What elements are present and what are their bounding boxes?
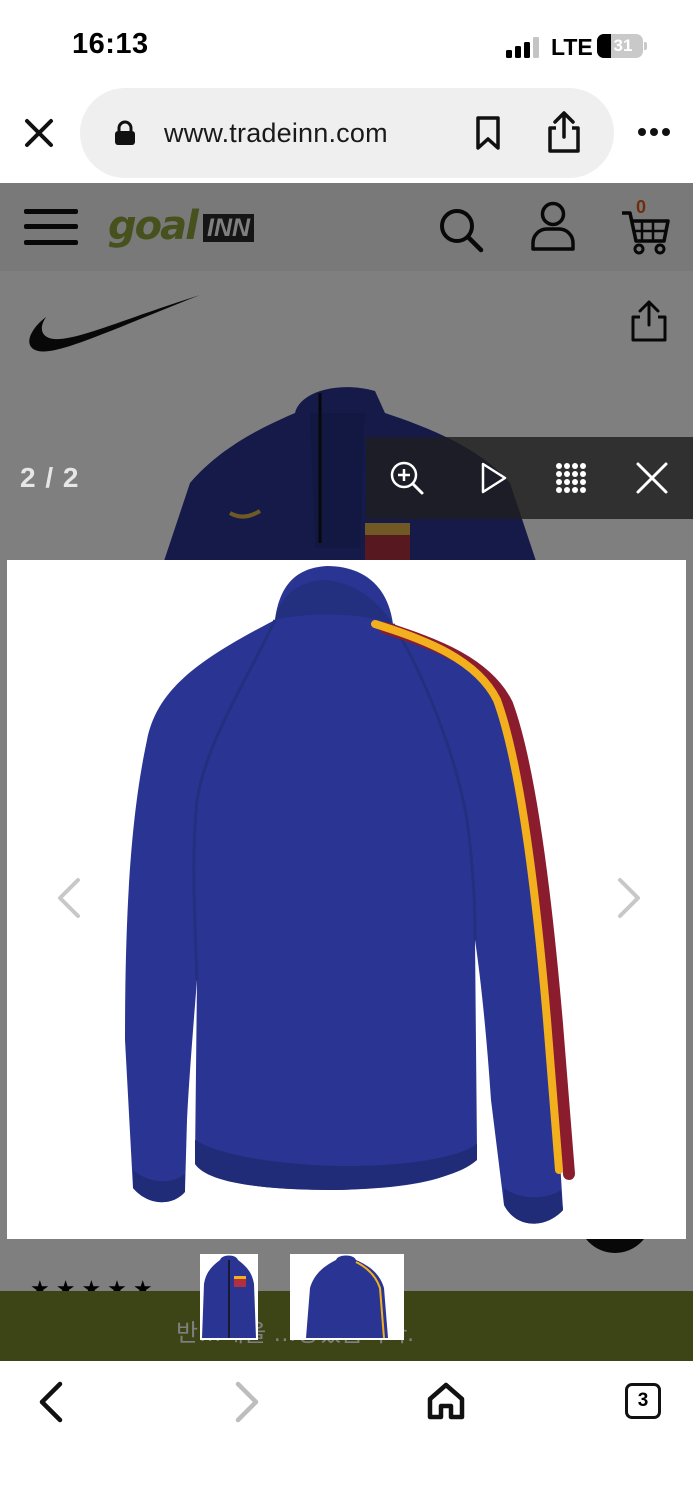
slideshow-play-button[interactable] bbox=[452, 437, 534, 519]
thumbnail-front[interactable] bbox=[200, 1254, 258, 1340]
battery-icon: 31 bbox=[597, 34, 643, 58]
grid-view-button[interactable] bbox=[530, 437, 612, 519]
bookmark-icon[interactable] bbox=[474, 115, 502, 151]
browser-toolbar: www.tradeinn.com bbox=[0, 88, 693, 183]
thumbnail-strip bbox=[0, 1240, 693, 1361]
more-icon[interactable] bbox=[637, 126, 671, 138]
close-icon bbox=[636, 462, 668, 494]
battery-percent: 31 bbox=[613, 36, 633, 55]
status-bar: 16:13 LTE 31 bbox=[0, 0, 693, 88]
jacket-front-thumbnail bbox=[202, 1255, 256, 1338]
play-icon bbox=[481, 462, 507, 494]
close-icon[interactable] bbox=[22, 116, 56, 150]
lightbox-image[interactable] bbox=[7, 560, 686, 1239]
signal-strength-icon bbox=[506, 36, 540, 58]
back-arrow-icon[interactable] bbox=[36, 1381, 66, 1423]
tabs-button[interactable]: 3 bbox=[625, 1383, 661, 1419]
lightbox-close-button[interactable] bbox=[611, 437, 693, 519]
network-type: LTE bbox=[551, 34, 593, 60]
forward-arrow-icon[interactable] bbox=[232, 1381, 262, 1423]
browser-bottom-bar: 3 bbox=[0, 1361, 693, 1500]
zoom-in-icon bbox=[390, 461, 424, 495]
lock-icon bbox=[115, 120, 135, 145]
zoom-in-button[interactable] bbox=[366, 437, 448, 519]
thumbnail-back[interactable] bbox=[290, 1254, 404, 1340]
share-icon[interactable] bbox=[546, 110, 582, 154]
battery-nub bbox=[644, 42, 647, 50]
status-time: 16:13 bbox=[72, 28, 149, 60]
previous-image-arrow-icon[interactable] bbox=[48, 876, 92, 920]
image-counter: 2 / 2 bbox=[20, 462, 80, 493]
url-text: www.tradeinn.com bbox=[164, 118, 388, 148]
grid-icon bbox=[556, 463, 586, 493]
home-icon[interactable] bbox=[426, 1381, 466, 1421]
jacket-back-thumbnail bbox=[306, 1255, 388, 1339]
jacket-back-image bbox=[125, 566, 575, 1224]
lightbox-toolbar bbox=[366, 437, 693, 519]
address-bar[interactable]: www.tradeinn.com bbox=[80, 88, 614, 178]
next-image-arrow-icon[interactable] bbox=[606, 876, 650, 920]
